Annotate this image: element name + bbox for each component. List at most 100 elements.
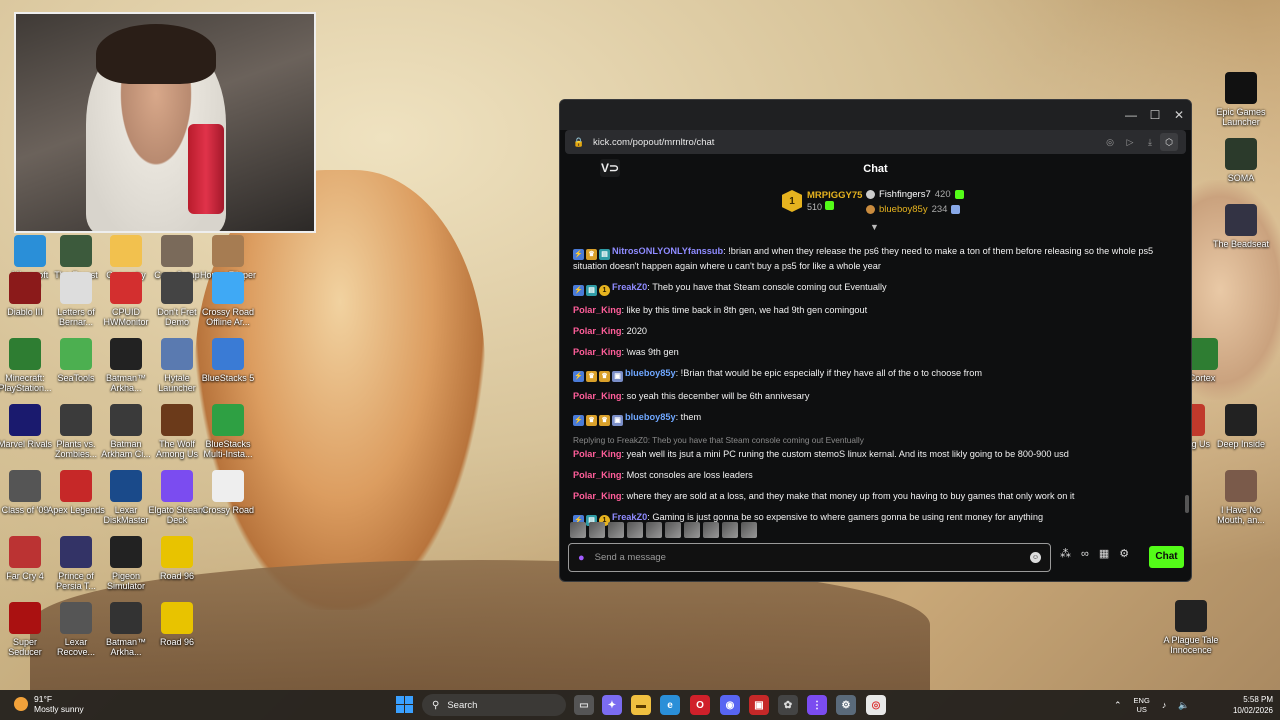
leaderboard-third[interactable]: blueboy85y 234 — [866, 204, 961, 215]
badge-icon[interactable]: ⚡ — [573, 371, 584, 382]
edge-icon[interactable]: e — [660, 695, 680, 715]
gift-badge-icon[interactable]: 1 — [599, 285, 610, 296]
chat-message[interactable]: ⚡ ♛ ▤ NitrosONLYONLYfanssub: !brian and whe… — [573, 245, 1178, 273]
avatar[interactable] — [589, 522, 605, 538]
avatar[interactable] — [741, 522, 757, 538]
desktop-icon[interactable]: A Plague Tale Innocence — [1161, 600, 1221, 655]
chat-username[interactable]: FreakZ0 — [612, 282, 647, 292]
taskbar-search[interactable]: ⚲ Search — [422, 694, 566, 716]
chat-username[interactable]: Polar_King — [573, 470, 622, 480]
address-bar[interactable]: 🔒 kick.com/popout/mrnltro/chat ◎ ▷ ⤓ ⬡ — [565, 130, 1186, 154]
app-icon[interactable]: ✿ — [778, 695, 798, 715]
channel-logo[interactable]: V⊃ — [600, 159, 620, 177]
chat-input-placeholder[interactable]: Send a message — [595, 552, 1030, 563]
maximize-icon[interactable]: ☐ — [1143, 103, 1167, 127]
microphone-icon[interactable]: ♪ — [1162, 700, 1167, 710]
crown-icon[interactable]: ♛ — [586, 415, 597, 426]
kicks-icon[interactable]: ⁂ — [1060, 547, 1071, 560]
chat-username[interactable]: Polar_King — [573, 347, 622, 357]
chat-username[interactable]: Polar_King — [573, 391, 622, 401]
desktop-icon[interactable]: Road 96 — [147, 602, 207, 647]
avatar[interactable] — [722, 522, 738, 538]
chat-input[interactable]: ● Send a message ☺ — [568, 543, 1051, 572]
chat-message[interactable]: Polar_King: Most consoles are loss leade… — [573, 469, 1178, 482]
clock[interactable]: 5:58 PM 10/02/2026 — [1223, 694, 1273, 716]
weather-widget[interactable]: 91°F Mostly sunny — [14, 694, 84, 714]
avatar[interactable] — [665, 522, 681, 538]
avatar[interactable] — [570, 522, 586, 538]
chat-username[interactable]: blueboy85y — [625, 368, 676, 378]
leaderboard-first[interactable]: 1 MRPIGGY75 510 — [782, 190, 862, 212]
avatar[interactable] — [627, 522, 643, 538]
avatar[interactable] — [703, 522, 719, 538]
chevron-up-icon[interactable]: ⌃ — [1114, 700, 1122, 711]
copilot-icon[interactable]: ✦ — [602, 695, 622, 715]
chat-message[interactable]: Polar_King: 2020 — [573, 325, 1178, 338]
chat-username[interactable]: Polar_King — [573, 491, 622, 501]
crown-icon[interactable]: ♛ — [599, 371, 610, 382]
collapse-icon[interactable]: ▼ — [870, 222, 879, 232]
crown-icon[interactable]: ♛ — [586, 371, 597, 382]
chat-username[interactable]: blueboy85y — [625, 412, 676, 422]
chat-message[interactable]: Polar_King: where they are sold at a los… — [573, 490, 1178, 503]
file-explorer-icon[interactable]: ▬ — [631, 695, 651, 715]
badge-icon[interactable]: ⚡ — [573, 249, 584, 260]
emoji-icon[interactable]: ☺ — [1030, 552, 1041, 563]
shield-icon[interactable]: ◎ — [1100, 137, 1120, 148]
chat-message[interactable]: Polar_King: like by this time back in 8t… — [573, 304, 1178, 317]
opera-icon[interactable]: O — [690, 695, 710, 715]
desktop-icon[interactable]: Crossy Road Offline Ar... — [198, 272, 258, 327]
extension-icon[interactable]: ⬡ — [1160, 133, 1178, 151]
gear-icon[interactable]: ⚙ — [1119, 547, 1129, 560]
desktop-icon[interactable]: BlueStacks Multi-Insta... — [198, 404, 258, 459]
desktop-icon[interactable]: Crossy Road — [198, 470, 258, 515]
chat-username[interactable]: Polar_King — [573, 449, 622, 459]
crown-icon[interactable]: ♛ — [586, 249, 597, 260]
discord-icon[interactable]: ◉ — [720, 695, 740, 715]
desktop-icon[interactable]: The Beadseat — [1211, 204, 1271, 249]
app-icon[interactable]: ▣ — [749, 695, 769, 715]
task-view-icon[interactable]: ▭ — [574, 695, 594, 715]
badge-icon[interactable]: ⚡ — [573, 285, 584, 296]
chat-username[interactable]: Polar_King — [573, 305, 622, 315]
microphone-icon[interactable]: ● — [578, 552, 585, 564]
desktop-icon[interactable]: Road 96 — [147, 536, 207, 581]
chat-username[interactable]: NitrosONLYONLYfanssub — [612, 246, 723, 256]
download-icon[interactable]: ⤓ — [1140, 137, 1160, 148]
chat-message[interactable]: Polar_King: \was 9th gen — [573, 346, 1178, 359]
chat-scrollbar[interactable] — [1185, 495, 1189, 513]
chat-message[interactable]: Polar_King: so yeah this december will b… — [573, 390, 1178, 403]
store-icon[interactable]: ▦ — [1099, 547, 1109, 560]
desktop-icon[interactable]: SOMA — [1211, 138, 1271, 183]
bot-icon[interactable]: ▣ — [612, 371, 623, 382]
subscriber-icon[interactable]: ▤ — [599, 249, 610, 260]
subscriber-icon[interactable]: ▤ — [586, 285, 597, 296]
chat-username[interactable]: Polar_King — [573, 326, 622, 336]
minimize-icon[interactable]: — — [1119, 103, 1143, 127]
desktop-icon[interactable]: BlueStacks 5 — [198, 338, 258, 383]
chat-message[interactable]: ⚡ ▤ 1 FreakZ0: Theb you have that Steam con… — [573, 281, 1178, 296]
stream-deck-icon[interactable]: ⋮ — [807, 695, 827, 715]
crown-icon[interactable]: ♛ — [599, 415, 610, 426]
reply-context[interactable]: Replying to FreakZ0: Theb you have that … — [573, 434, 1178, 447]
close-icon[interactable]: ✕ — [1167, 103, 1191, 127]
leaderboard-second[interactable]: Fishfingers7 420 — [866, 189, 964, 200]
desktop-icon[interactable]: Deep Inside — [1211, 404, 1271, 449]
bot-icon[interactable]: ▣ — [612, 415, 623, 426]
desktop-icon[interactable]: I Have No Mouth, an... — [1211, 470, 1271, 525]
infinity-icon[interactable]: ∞ — [1081, 548, 1089, 560]
desktop-icon[interactable]: Epic Games Launcher — [1211, 72, 1271, 127]
settings-icon[interactable]: ⚙ — [836, 695, 856, 715]
badge-icon[interactable]: ⚡ — [573, 415, 584, 426]
chat-message[interactable]: Replying to FreakZ0: Theb you have that … — [573, 434, 1178, 461]
chrome-icon[interactable]: ◎ — [866, 695, 886, 715]
avatar[interactable] — [684, 522, 700, 538]
avatar[interactable] — [646, 522, 662, 538]
chat-message[interactable]: ⚡ ♛ ♛ ▣ blueboy85y: them — [573, 411, 1178, 426]
url-text[interactable]: kick.com/popout/mrnltro/chat — [593, 137, 1100, 148]
play-icon[interactable]: ▷ — [1120, 137, 1140, 148]
chat-username[interactable]: FreakZ0 — [612, 512, 647, 522]
send-chat-button[interactable]: Chat — [1149, 546, 1184, 568]
avatar[interactable] — [608, 522, 624, 538]
language-indicator[interactable]: ENG US — [1134, 696, 1150, 714]
